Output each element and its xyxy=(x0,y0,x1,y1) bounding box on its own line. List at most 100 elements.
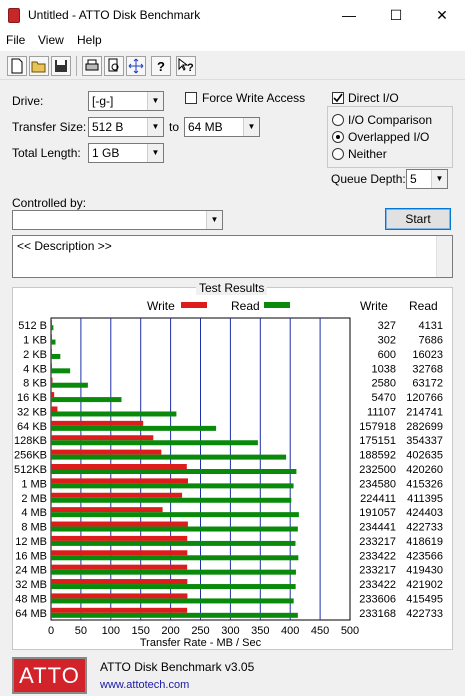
write-value: 233217 xyxy=(359,536,396,548)
write-value: 188592 xyxy=(359,450,396,462)
write-value: 2580 xyxy=(372,378,396,390)
x-tick-label: 500 xyxy=(341,625,359,637)
write-bar xyxy=(51,478,189,484)
read-bar xyxy=(51,512,299,518)
read-bar xyxy=(51,411,177,417)
read-value: 282699 xyxy=(406,421,443,433)
read-bar xyxy=(51,397,122,403)
read-value: 32768 xyxy=(412,363,443,375)
read-value: 422733 xyxy=(406,522,443,534)
write-bar xyxy=(51,507,163,513)
x-tick-label: 0 xyxy=(48,625,54,637)
read-value: 418619 xyxy=(406,536,443,548)
read-bar xyxy=(51,325,54,331)
read-value: 411395 xyxy=(407,493,443,505)
x-tick-label: 150 xyxy=(132,625,150,637)
write-value: 1038 xyxy=(372,363,396,375)
read-value: 415495 xyxy=(406,593,443,605)
category-label: 24 MB xyxy=(15,565,47,577)
read-value: 419430 xyxy=(406,565,443,577)
write-bar xyxy=(51,464,187,469)
read-value: 120766 xyxy=(406,392,443,404)
write-bar xyxy=(51,363,52,369)
write-value: 234441 xyxy=(359,522,396,534)
read-bar xyxy=(51,569,296,575)
app-version: ATTO Disk Benchmark v3.05 xyxy=(100,660,255,674)
x-tick-label: 250 xyxy=(191,625,209,637)
read-value: 16023 xyxy=(412,349,443,361)
read-bar xyxy=(51,540,296,546)
read-bar xyxy=(51,612,298,618)
category-label: 512 B xyxy=(18,320,47,332)
read-value: 214741 xyxy=(406,406,443,418)
write-bar xyxy=(51,435,154,441)
category-label: 48 MB xyxy=(15,593,47,605)
read-bar xyxy=(51,368,71,374)
category-label: 1 MB xyxy=(21,478,47,490)
read-bar xyxy=(51,425,217,431)
category-label: 16 KB xyxy=(17,392,47,404)
write-value: 157918 xyxy=(359,421,396,433)
write-bar xyxy=(51,392,55,398)
category-label: 64 MB xyxy=(15,608,47,620)
category-label: 32 MB xyxy=(15,579,47,591)
write-bar xyxy=(51,535,188,541)
category-label: 8 MB xyxy=(21,522,47,534)
write-value: 233606 xyxy=(359,593,396,605)
write-value: 600 xyxy=(378,349,396,361)
category-label: 2 MB xyxy=(21,493,47,505)
read-bar xyxy=(51,454,287,460)
write-value: 302 xyxy=(378,335,396,347)
write-value: 233422 xyxy=(359,579,396,591)
category-label: 4 MB xyxy=(21,507,47,519)
write-bar xyxy=(51,593,188,599)
x-axis-label: Transfer Rate - MB / Sec xyxy=(140,637,262,649)
write-bar xyxy=(51,377,53,383)
category-label: 512KB xyxy=(14,464,47,476)
category-label: 64 KB xyxy=(17,421,47,433)
write-value: 233422 xyxy=(359,550,396,562)
write-bar xyxy=(51,521,188,527)
write-value: 233168 xyxy=(359,608,396,620)
category-label: 8 KB xyxy=(23,378,47,390)
write-value: 224411 xyxy=(360,493,396,505)
write-bar xyxy=(51,406,58,412)
x-tick-label: 300 xyxy=(221,625,239,637)
write-bar xyxy=(51,334,52,340)
category-label: 16 MB xyxy=(15,550,47,562)
write-bar xyxy=(51,607,188,613)
read-value: 420260 xyxy=(406,464,443,476)
write-value: 5470 xyxy=(372,392,396,404)
read-value: 4131 xyxy=(419,320,443,332)
x-tick-label: 450 xyxy=(311,625,329,637)
x-tick-label: 350 xyxy=(251,625,269,637)
read-value: 415326 xyxy=(406,478,443,490)
read-value: 7686 xyxy=(419,335,443,347)
category-label: 4 KB xyxy=(23,363,47,375)
category-label: 12 MB xyxy=(15,536,47,548)
read-value: 402635 xyxy=(406,450,443,462)
read-bar xyxy=(51,526,298,532)
category-label: 128KB xyxy=(14,435,47,447)
write-value: 234580 xyxy=(359,478,396,490)
read-bar xyxy=(51,469,297,474)
website-link[interactable]: www.attotech.com xyxy=(100,679,189,691)
write-value: 327 xyxy=(378,320,396,332)
write-bar xyxy=(51,420,144,426)
read-value: 354337 xyxy=(406,435,443,447)
write-value: 175151 xyxy=(359,435,396,447)
category-label: 256KB xyxy=(14,450,47,462)
x-tick-label: 200 xyxy=(161,625,179,637)
read-value: 63172 xyxy=(412,378,443,390)
write-value: 233217 xyxy=(359,565,396,577)
read-bar xyxy=(51,382,88,388)
read-value: 422733 xyxy=(406,608,443,620)
read-bar xyxy=(51,584,296,590)
category-label: 1 KB xyxy=(23,335,47,347)
write-bar xyxy=(51,579,188,585)
category-label: 2 KB xyxy=(23,349,47,361)
write-value: 191057 xyxy=(359,507,396,519)
read-bar xyxy=(51,598,294,604)
write-bar xyxy=(51,550,188,556)
write-bar xyxy=(51,564,188,570)
